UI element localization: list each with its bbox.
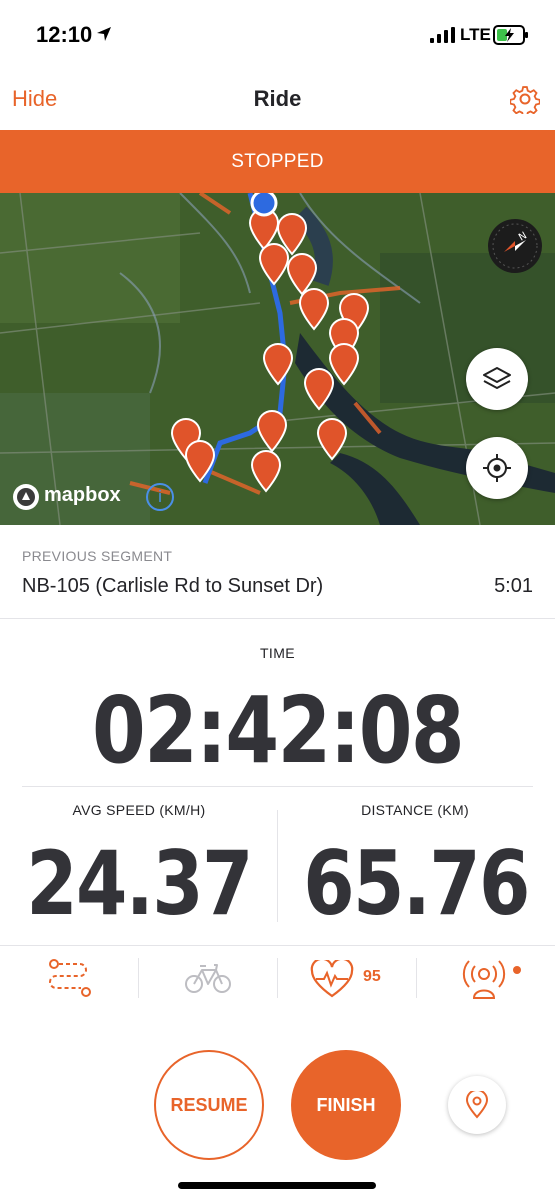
page-title: Ride	[253, 86, 302, 111]
location-arrow-icon	[97, 27, 111, 41]
live-indicator	[513, 966, 521, 974]
avg-speed-value: 24.37	[26, 832, 253, 935]
distance-label: DISTANCE (KM)	[361, 802, 469, 818]
info-icon[interactable]: i	[146, 483, 174, 511]
bike-icon	[185, 964, 231, 993]
heart-rate-icon	[310, 960, 354, 998]
segment-caption: PREVIOUS SEGMENT	[22, 548, 173, 564]
nav-bar: Hide Ride	[0, 70, 555, 128]
mapbox-attribution: mapbox	[44, 484, 121, 506]
sensor-row: 95	[0, 946, 555, 1010]
heart-rate-value: 95	[363, 968, 381, 985]
route-icon	[49, 959, 91, 997]
recenter-button[interactable]	[466, 437, 528, 499]
time-value: 02:42:08	[91, 677, 465, 784]
location-pin-button[interactable]	[448, 1076, 506, 1134]
bike-button[interactable]	[139, 946, 277, 1010]
resume-button[interactable]: RESUME	[154, 1050, 264, 1160]
divider	[0, 618, 555, 619]
stats-divider	[277, 810, 278, 922]
status-time: 12:10	[36, 22, 93, 47]
layers-icon	[483, 367, 511, 389]
ride-status-banner: STOPPED	[0, 130, 555, 193]
segment-time: 5:01	[494, 575, 533, 597]
layers-button[interactable]	[466, 348, 528, 410]
current-location-dot	[250, 193, 278, 217]
distance-value: 65.76	[303, 832, 530, 935]
home-indicator	[178, 1182, 376, 1189]
network-label: LTE	[460, 25, 491, 44]
location-pin-icon	[465, 1091, 489, 1119]
compass-icon[interactable]: N	[488, 219, 542, 273]
beacon-button[interactable]	[417, 946, 555, 1010]
avg-speed-label: AVG SPEED (KM/H)	[72, 802, 206, 818]
recenter-icon	[483, 454, 511, 482]
signal-icon	[430, 27, 455, 43]
time-label: TIME	[259, 645, 296, 661]
divider	[22, 786, 533, 787]
mapbox-logo-icon	[13, 484, 39, 510]
route-button[interactable]	[0, 946, 138, 1010]
beacon-icon	[462, 960, 506, 999]
segment-name[interactable]: NB-105 (Carlisle Rd to Sunset Dr)	[22, 575, 323, 598]
svg-text:N: N	[517, 230, 529, 243]
map-view[interactable]: N mapbox i	[0, 193, 555, 525]
heart-rate-button[interactable]	[278, 946, 416, 1010]
gear-icon[interactable]	[510, 84, 540, 114]
status-bar: 12:10 LTE	[0, 0, 555, 70]
finish-button[interactable]: FINISH	[291, 1050, 401, 1160]
battery-charging-icon	[493, 25, 528, 45]
